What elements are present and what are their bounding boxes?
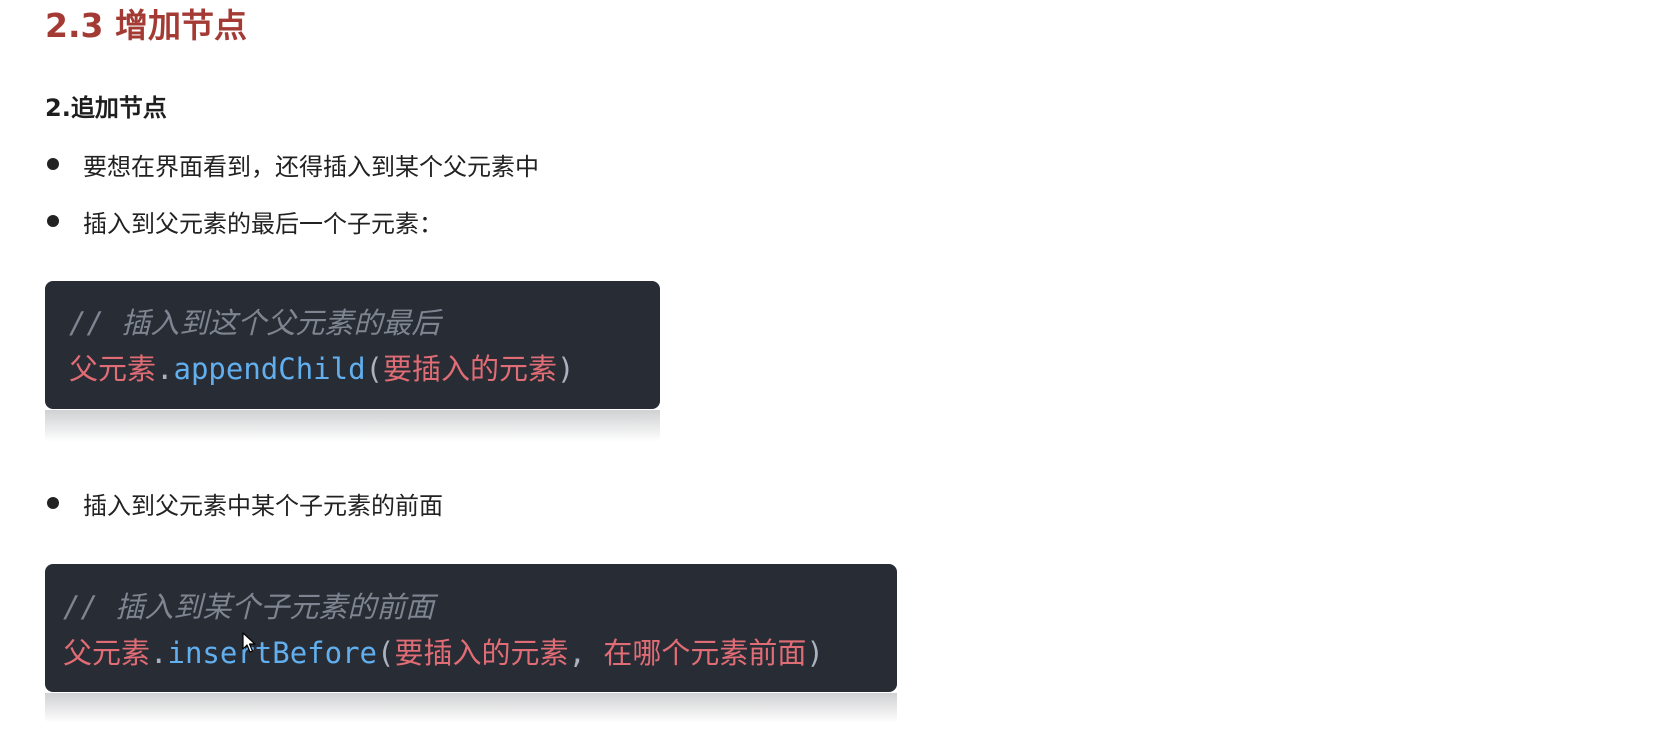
code-comment: // 插入到这个父元素的最后 [69,306,441,340]
section-heading: 2.3 增加节点 [45,6,247,45]
bullet-dot-icon [47,158,59,170]
bullet-item: 插入到父元素中某个子元素的前面 [45,485,443,521]
code-line: 父元素.appendChild(要插入的元素) [69,346,660,392]
bullet-dot-icon [47,215,59,227]
mouse-cursor-icon [242,632,256,653]
code-dot: . [150,636,168,670]
code-argument: 在哪个元素前面 [603,636,807,670]
code-comment: // 插入到某个子元素的前面 [63,590,435,624]
code-block-append: // 插入到这个父元素的最后 父元素.appendChild(要插入的元素) [45,281,660,409]
code-line: 父元素.insertBefore(要插入的元素, 在哪个元素前面) [63,630,897,676]
bullet-item: 插入到父元素的最后一个子元素： [45,203,443,239]
code-argument: 要插入的元素 [394,636,569,670]
code-dot: . [156,352,174,386]
bullet-text: 要想在界面看到，还得插入到某个父元素中 [83,152,539,181]
code-paren-open: ( [377,636,395,670]
code-argument: 要插入的元素 [383,352,558,386]
subsection-heading: 2.追加节点 [45,94,167,122]
code-method: appendChild [173,352,366,386]
code-object: 父元素 [63,636,151,670]
bullet-item: 要想在界面看到，还得插入到某个父元素中 [45,146,539,182]
code-object: 父元素 [69,352,157,386]
code-paren-close: ) [557,352,575,386]
code-paren-close: ) [806,636,824,670]
code-block-reflection [45,693,897,723]
code-block-insert-before: // 插入到某个子元素的前面 父元素.insertBefore(要插入的元素, … [45,564,897,692]
bullet-dot-icon [47,497,59,509]
code-block-reflection [45,410,660,442]
code-method: insertBefore [167,636,377,670]
code-separator: , [568,636,604,670]
code-paren-open: ( [365,352,384,386]
bullet-text: 插入到父元素中某个子元素的前面 [83,491,443,520]
bullet-text: 插入到父元素的最后一个子元素： [83,209,443,238]
